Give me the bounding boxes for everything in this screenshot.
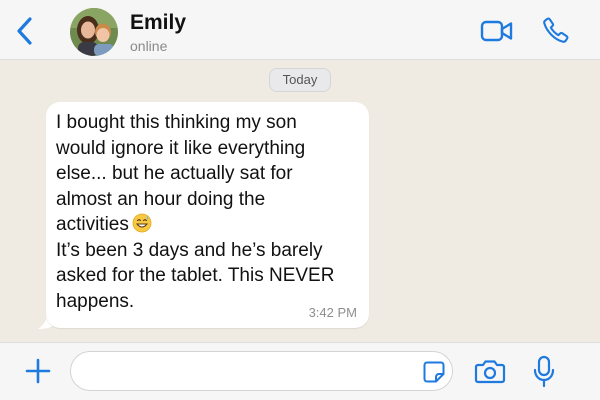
message-text: I bought this thinking my son would igno… (56, 110, 366, 314)
contact-name[interactable]: Emily (130, 12, 186, 34)
date-separator: Today (269, 68, 331, 92)
message-composer (0, 342, 600, 400)
message-bubble[interactable]: I bought this thinking my son would igno… (46, 102, 369, 328)
microphone-button[interactable] (532, 355, 556, 389)
chat-header: Emily online (0, 0, 600, 60)
sticker-button[interactable] (422, 360, 446, 384)
attach-button[interactable] (24, 357, 52, 385)
video-camera-icon (480, 20, 513, 42)
message-timestamp: 3:42 PM (308, 305, 357, 320)
avatar-photo (70, 8, 118, 56)
camera-button[interactable] (474, 357, 506, 385)
avatar[interactable] (70, 8, 118, 56)
phone-icon (543, 17, 569, 43)
back-button[interactable] (12, 14, 40, 48)
chevron-left-icon (17, 17, 32, 45)
grinning-sweat-emoji (132, 213, 152, 233)
message-text-part1: I bought this thinking my son would igno… (56, 112, 306, 235)
message-text-part2: It’s been 3 days and he’s barely asked f… (56, 239, 335, 312)
video-call-button[interactable] (480, 18, 514, 44)
contact-status: online (130, 38, 168, 54)
plus-icon (25, 358, 51, 384)
microphone-icon (533, 355, 555, 388)
sticker-icon (423, 361, 445, 383)
message-input[interactable] (70, 351, 453, 391)
chat-area[interactable]: Today I bought this thinking my son woul… (0, 60, 600, 342)
camera-icon (474, 360, 506, 384)
voice-call-button[interactable] (542, 16, 570, 44)
